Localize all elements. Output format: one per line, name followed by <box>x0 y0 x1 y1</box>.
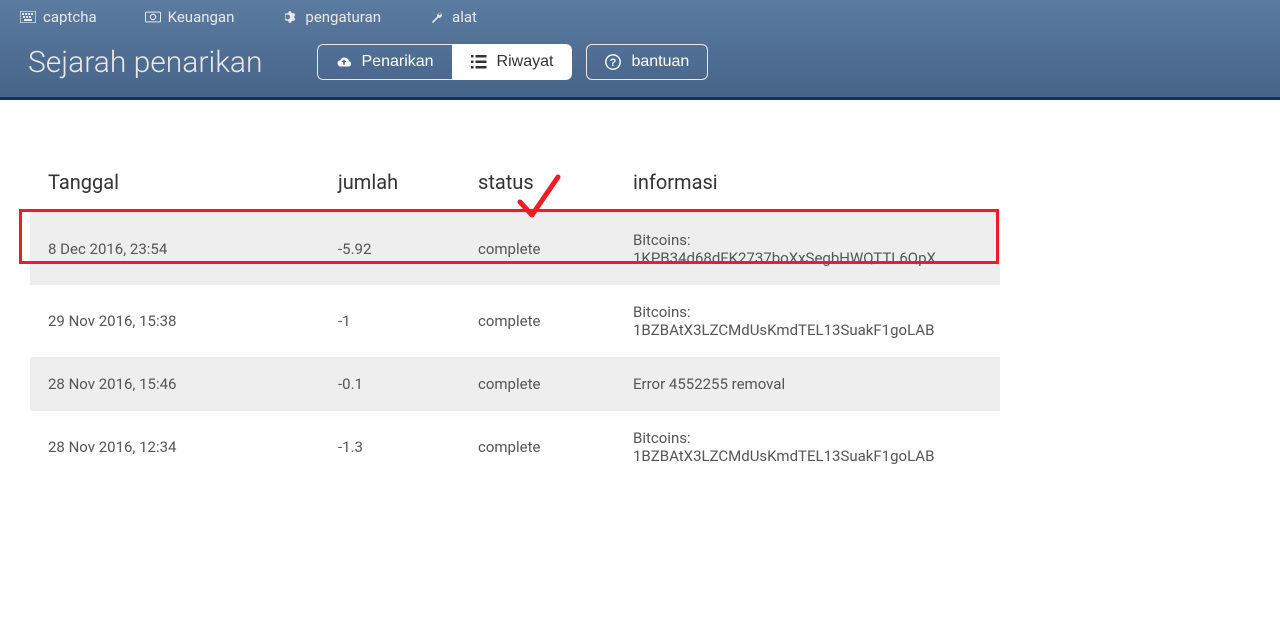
cell-date: 29 Nov 2016, 15:38 <box>30 285 320 357</box>
cloud-upload-icon <box>336 54 352 70</box>
list-icon <box>471 54 487 70</box>
cell-amount: -0.1 <box>320 357 460 411</box>
table-row: 28 Nov 2016, 12:34-1.3completeBitcoins: … <box>30 411 1000 483</box>
cell-info: Error 4552255 removal <box>615 357 1000 411</box>
table-row: 8 Dec 2016, 23:54-5.92completeBitcoins: … <box>30 212 1000 286</box>
header-section: captcha Keuangan pengaturan alat Sejarah… <box>0 0 1280 100</box>
nav-alat[interactable]: alat <box>429 8 477 26</box>
money-icon <box>145 9 161 25</box>
cell-status: complete <box>460 285 615 357</box>
col-header-info: informasi <box>615 162 1000 212</box>
button-label: Riwayat <box>497 53 554 71</box>
top-nav: captcha Keuangan pengaturan alat <box>0 0 1280 40</box>
wrench-icon <box>429 9 445 25</box>
content-wrap: Tanggal jumlah status informasi 8 Dec 20… <box>0 100 1280 483</box>
nav-label: pengaturan <box>305 8 381 26</box>
withdraw-button[interactable]: Penarikan <box>317 44 452 80</box>
col-header-date: Tanggal <box>30 162 320 212</box>
cell-info: Bitcoins: 1KPB34d68dFK2737boXxSegbHWQTTL… <box>615 212 1000 286</box>
cell-status: complete <box>460 212 615 286</box>
pill-group: Penarikan Riwayat <box>317 44 573 80</box>
cell-date: 28 Nov 2016, 12:34 <box>30 411 320 483</box>
content: Tanggal jumlah status informasi 8 Dec 20… <box>0 100 1280 483</box>
nav-captcha[interactable]: captcha <box>20 8 97 26</box>
nav-label: alat <box>452 8 477 26</box>
nav-keuangan[interactable]: Keuangan <box>145 8 235 26</box>
table-row: 28 Nov 2016, 15:46-0.1completeError 4552… <box>30 357 1000 411</box>
button-label: bantuan <box>631 53 689 71</box>
help-icon: ? <box>605 54 621 70</box>
nav-pengaturan[interactable]: pengaturan <box>282 8 381 26</box>
button-group: Penarikan Riwayat ? bantuan <box>317 44 709 80</box>
page-title: Sejarah penarikan <box>28 45 263 80</box>
cell-amount: -1.3 <box>320 411 460 483</box>
title-row: Sejarah penarikan Penarikan Riwayat <box>0 40 1280 80</box>
help-button[interactable]: ? bantuan <box>586 44 708 80</box>
button-label: Penarikan <box>362 53 434 71</box>
nav-label: Keuangan <box>168 8 235 26</box>
cell-amount: -5.92 <box>320 212 460 286</box>
cell-info: Bitcoins: 1BZBAtX3LZCMdUsKmdTEL13SuakF1g… <box>615 285 1000 357</box>
col-header-amount: jumlah <box>320 162 460 212</box>
nav-label: captcha <box>43 8 97 26</box>
cell-date: 8 Dec 2016, 23:54 <box>30 212 320 286</box>
cell-status: complete <box>460 411 615 483</box>
withdrawal-table: Tanggal jumlah status informasi 8 Dec 20… <box>30 162 1000 483</box>
gear-icon <box>282 9 298 25</box>
cell-amount: -1 <box>320 285 460 357</box>
cell-date: 28 Nov 2016, 15:46 <box>30 357 320 411</box>
table-row: 29 Nov 2016, 15:38-1completeBitcoins: 1B… <box>30 285 1000 357</box>
keyboard-icon <box>20 9 36 25</box>
col-header-status: status <box>460 162 615 212</box>
svg-text:?: ? <box>610 57 617 69</box>
history-button[interactable]: Riwayat <box>452 44 573 80</box>
cell-status: complete <box>460 357 615 411</box>
cell-info: Bitcoins: 1BZBAtX3LZCMdUsKmdTEL13SuakF1g… <box>615 411 1000 483</box>
